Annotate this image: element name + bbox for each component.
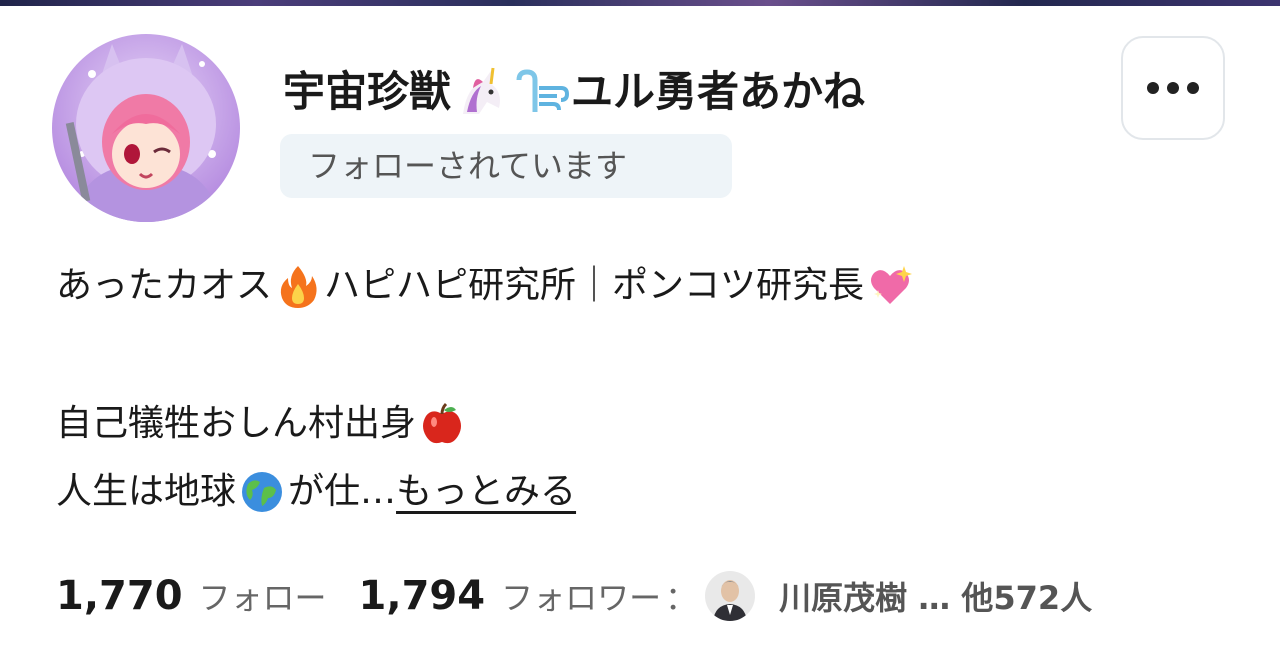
bio-text: 人生は地球 bbox=[56, 471, 237, 512]
bio-line-1: あったカオス ハピハピ研究所｜ポンコツ研究長 bbox=[56, 258, 916, 314]
mutual-follower-avatar[interactable] bbox=[705, 571, 756, 621]
name-text-part1: 宇宙珍獣 bbox=[283, 67, 452, 116]
bio-text: が仕… bbox=[288, 471, 397, 512]
followers-count[interactable]: 1,794 bbox=[359, 573, 486, 619]
fire-emoji-icon bbox=[274, 262, 322, 310]
bio-text: 自己犠牲おしん村出身 bbox=[56, 403, 417, 444]
more-options-button[interactable] bbox=[1121, 36, 1225, 140]
profile-name: 宇宙珍獣 ユル勇者あかね bbox=[283, 60, 865, 124]
bio-text: あったカオス bbox=[56, 265, 273, 306]
following-label[interactable]: フォロー bbox=[199, 573, 327, 619]
follow-stats: 1,770 フォロー 1,794 フォロワー ： 川原茂樹 … 他572人 bbox=[56, 568, 1092, 624]
separator-colon: ： bbox=[665, 579, 698, 617]
wind-emoji-icon bbox=[513, 64, 570, 120]
apple-emoji-icon bbox=[418, 400, 466, 448]
globe-emoji-icon bbox=[238, 468, 286, 516]
name-text-part2: ユル勇者あかね bbox=[571, 67, 866, 116]
unicorn-emoji-icon bbox=[453, 64, 509, 120]
bio-text: ハピハピ研究所｜ポンコツ研究長 bbox=[324, 265, 865, 306]
header-banner-edge bbox=[0, 0, 1280, 6]
profile-avatar[interactable] bbox=[52, 34, 240, 222]
sparkling-heart-emoji-icon bbox=[866, 262, 914, 310]
see-more-link[interactable]: もっとみる bbox=[396, 464, 576, 520]
following-count[interactable]: 1,770 bbox=[56, 573, 183, 619]
bio-line-2: 自己犠牲おしん村出身 bbox=[56, 396, 468, 452]
mutual-followers-text[interactable]: 川原茂樹 … 他572人 bbox=[779, 573, 1092, 619]
follows-you-badge: フォローされています bbox=[280, 134, 732, 198]
more-dots-icon bbox=[1147, 82, 1199, 94]
followers-label[interactable]: フォロワー bbox=[501, 573, 661, 619]
bio-line-3: 人生は地球 が仕… もっとみる bbox=[56, 464, 576, 520]
